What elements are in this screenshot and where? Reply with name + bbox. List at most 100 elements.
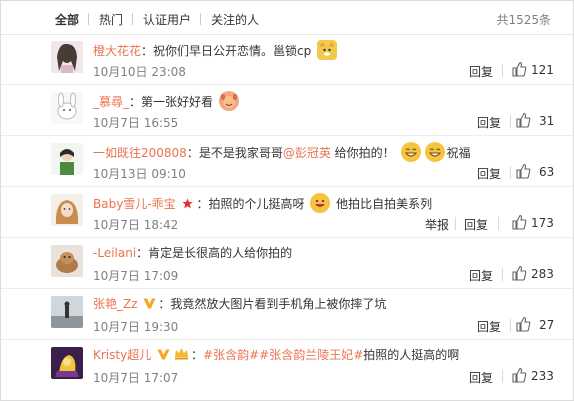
comment-row: 张艳_Zz ：我竟然放大图片看到手机角上被你摔了坑 10月7日 19:30 回复… (1, 290, 573, 340)
comment-text: 张艳_Zz ：我竟然放大图片看到手机角上被你摔了坑 (93, 295, 386, 312)
tab-hot[interactable]: 热门 (99, 11, 123, 28)
tab-verified[interactable]: 认证用户 (143, 11, 191, 28)
comment-time: 10月13日 09:10 (93, 167, 186, 181)
comment-colon: ： (158, 297, 171, 311)
comment-username[interactable]: Kristy超儿 (93, 348, 151, 362)
comment-text: 橙大花花：祝你们早日公开恋情。邕锁cp (93, 40, 339, 60)
comment-row: 一如既往200808：是不是我家哥哥@彭冠英 给你拍的！ 祝福 10月13日 0… (1, 137, 573, 187)
comment-content: 拍照的个儿挺高呀 (208, 197, 305, 211)
reply-button[interactable]: 回复 (477, 165, 501, 182)
report-button[interactable]: 举报 (425, 216, 449, 233)
comment-row: _慕尋_：第一张好好看 10月7日 16:55 回复 31 (1, 86, 573, 136)
comment-text: _慕尋_：第一张好好看 (93, 91, 241, 111)
comment-content: 他拍比自拍美系列 (332, 197, 433, 211)
avatar[interactable] (51, 245, 83, 277)
like-count: 31 (539, 114, 555, 128)
topic-link[interactable]: #张含韵兰陵王妃# (259, 348, 363, 362)
verified-v-icon (143, 298, 156, 309)
comment-content: 祝福 (446, 146, 471, 160)
tab-divider (88, 13, 89, 25)
thumbs-up-icon[interactable] (511, 367, 527, 383)
star-badge-icon (182, 198, 194, 209)
action-divider (502, 370, 503, 383)
comment-content: 拍照的人挺高的啊 (363, 348, 460, 362)
comment-content: 肯定是长很高的人给你拍的 (148, 246, 293, 260)
reply-button[interactable]: 回复 (464, 216, 488, 233)
comment-panel: 全部 热门 认证用户 关注的人 共1525条 橙大花花：祝你们早日公开恋情。邕锁… (0, 0, 574, 401)
comment-time: 10月10日 23:08 (93, 65, 186, 79)
comment-time: 10月7日 17:07 (93, 371, 179, 385)
like-count: 173 (531, 216, 554, 230)
comment-row: Baby雪儿-乖宝 ：拍照的个儿挺高呀 他拍比自拍美系列 10月7日 18:42… (1, 188, 573, 238)
comment-content: 是不是我家哥哥 (198, 146, 283, 160)
comment-text: 一如既往200808：是不是我家哥哥@彭冠英 给你拍的！ 祝福 (93, 142, 471, 162)
comment-username[interactable]: 张艳_Zz (93, 297, 138, 311)
comment-colon: ： (196, 197, 209, 211)
comment-row: -Leilani：肯定是长很高的人给你拍的 10月7日 17:09 回复 283 (1, 239, 573, 289)
comment-time: 10月7日 19:30 (93, 320, 179, 334)
mention-link[interactable]: @彭冠英 (283, 146, 331, 160)
comment-row: Kristy超儿 ：#张含韵##张含韵兰陵王妃#拍照的人挺高的啊 10月7日 1… (1, 341, 573, 391)
comment-text: Baby雪儿-乖宝 ：拍照的个儿挺高呀 他拍比自拍美系列 (93, 193, 432, 213)
avatar[interactable] (51, 347, 83, 379)
reply-button[interactable]: 回复 (469, 63, 493, 80)
avatar[interactable] (51, 143, 83, 175)
thumbs-up-icon[interactable] (515, 163, 531, 179)
action-divider (455, 217, 456, 230)
comment-time: 10月7日 16:55 (93, 116, 179, 130)
avatar[interactable] (51, 296, 83, 328)
comment-username[interactable]: -Leilani (93, 246, 136, 260)
reply-button[interactable]: 回复 (469, 267, 493, 284)
verified-v-icon (157, 349, 170, 360)
action-divider (498, 217, 499, 230)
comment-total-count: 共1525条 (496, 13, 551, 27)
action-divider (502, 268, 503, 281)
tab-divider (132, 13, 133, 25)
comment-row: 橙大花花：祝你们早日公开恋情。邕锁cp 10月10日 23:08 回复 121 (1, 35, 573, 85)
comment-username[interactable]: 一如既往200808 (93, 146, 187, 160)
like-count: 283 (531, 267, 554, 281)
doge-emoji-icon (317, 40, 338, 60)
tab-following[interactable]: 关注的人 (211, 11, 259, 28)
comment-colon: ： (129, 95, 142, 109)
comment-text: -Leilani：肯定是长很高的人给你拍的 (93, 244, 292, 261)
comment-time: 10月7日 18:42 (93, 218, 179, 232)
topic-link[interactable]: #张含韵# (203, 348, 259, 362)
cheer-emoji-icon (218, 91, 239, 111)
like-count: 63 (539, 165, 555, 179)
comment-content: 我竟然放大图片看到手机角上被你摔了坑 (170, 297, 387, 311)
comment-colon: ： (141, 44, 154, 58)
comment-content: 祝你们早日公开恋情。邕锁cp (153, 44, 312, 58)
thumbs-up-icon[interactable] (511, 61, 527, 77)
avatar[interactable] (51, 41, 83, 73)
like-count: 27 (539, 318, 555, 332)
like-count: 121 (531, 63, 554, 77)
like-count: 233 (531, 369, 554, 383)
thumbs-up-icon[interactable] (515, 112, 531, 128)
tab-all[interactable]: 全部 (55, 11, 79, 28)
comment-username[interactable]: _慕尋_ (93, 95, 129, 109)
comment-content: 给你拍的！ (330, 146, 395, 160)
thumbs-up-icon[interactable] (511, 265, 527, 281)
avatar[interactable] (51, 92, 83, 124)
comment-time: 10月7日 17:09 (93, 269, 179, 283)
thumbs-up-icon[interactable] (515, 316, 531, 332)
avatar[interactable] (51, 194, 83, 226)
reply-button[interactable]: 回复 (477, 318, 501, 335)
filter-tabs: 全部 热门 认证用户 关注的人 共1525条 (1, 1, 573, 35)
action-divider (502, 64, 503, 77)
action-divider (510, 319, 511, 332)
action-divider (510, 115, 511, 128)
comment-username[interactable]: 橙大花花 (93, 44, 141, 58)
member-crown-icon (175, 348, 189, 360)
comment-username[interactable]: Baby雪儿-乖宝 (93, 197, 176, 211)
laugh-emoji-icon (310, 193, 331, 213)
tab-divider (200, 13, 201, 25)
reply-button[interactable]: 回复 (477, 114, 501, 131)
grin-emoji-icon (424, 142, 445, 162)
grin-emoji-icon (400, 142, 421, 162)
comment-colon: ： (136, 246, 149, 260)
reply-button[interactable]: 回复 (469, 369, 493, 386)
comment-colon: ： (186, 146, 199, 160)
thumbs-up-icon[interactable] (511, 214, 527, 230)
